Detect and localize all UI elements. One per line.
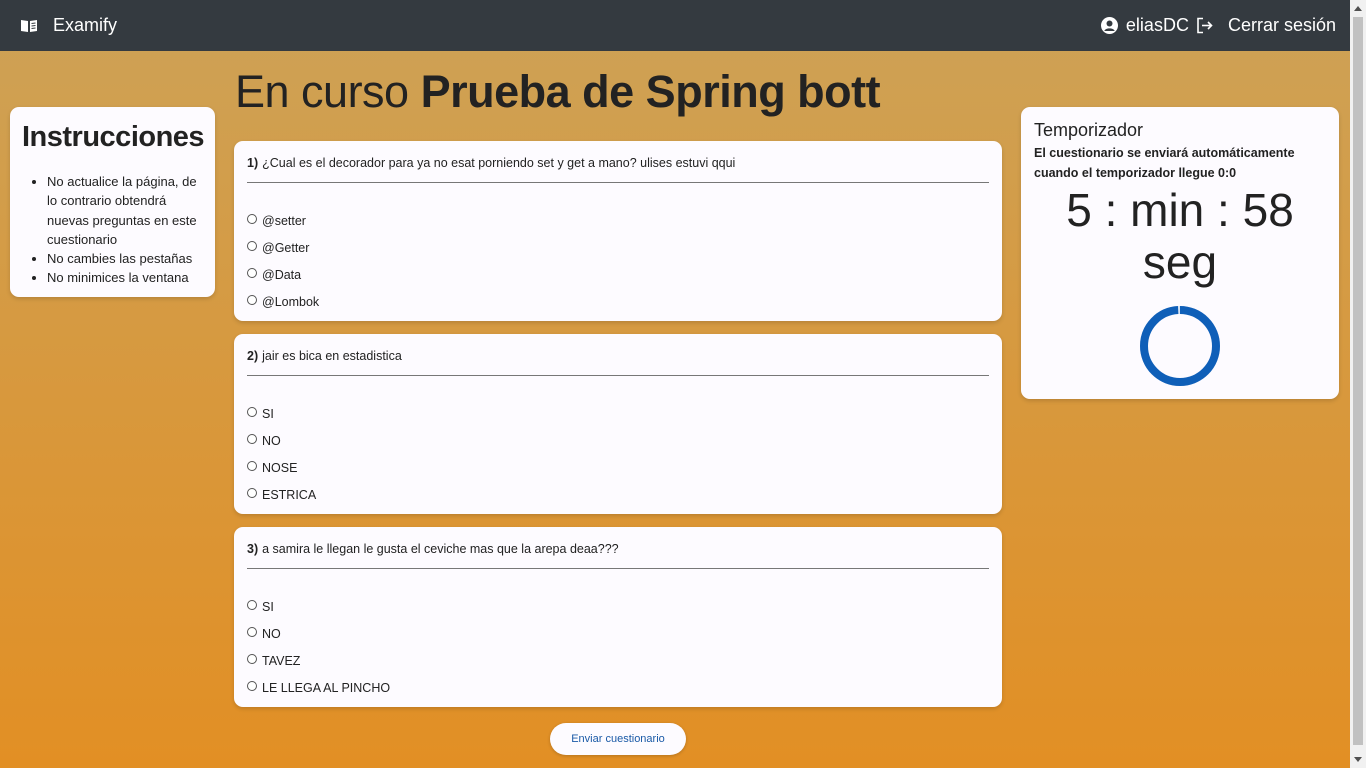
radio-circle-icon[interactable] [247, 599, 257, 610]
scroll-up-arrow-icon[interactable] [1354, 6, 1362, 11]
question-card: 1) ¿Cual es el decorador para ya no esat … [234, 141, 1002, 321]
user-area: eliasDC Cerrar sesión [1100, 15, 1336, 36]
radio-circle-icon[interactable] [247, 460, 257, 471]
question-card: 3) a samira le llegan le gusta el ceviche… [234, 527, 1002, 707]
timer-progress-ring [1140, 306, 1220, 386]
option-label: TAVEZ [262, 653, 301, 668]
radio-circle-icon[interactable] [247, 294, 257, 305]
question-card: 2) jair es bica en estadistica SI NO NOSE… [234, 334, 1002, 514]
option-label: @Data [262, 267, 302, 282]
exam-name: Prueba de Spring bott [420, 66, 881, 117]
timer-ring-fill [1140, 306, 1220, 386]
radio-circle-icon[interactable] [247, 267, 257, 278]
question-label: jair es bica en estadistica [262, 349, 402, 363]
open-book-icon [21, 19, 37, 32]
question-text: 1) ¿Cual es el decorador para ya no esat … [247, 141, 989, 183]
timer-card: Temporizador El cuestionario se enviará … [1021, 107, 1339, 399]
instruction-item: No minimices la ventana [47, 268, 203, 287]
top-navbar: Examify eliasDC Cerrar sesión [0, 0, 1350, 51]
option-radio[interactable]: NO [247, 620, 989, 647]
option-radio[interactable]: SI [247, 400, 989, 427]
instructions-list: No actualice la página, de lo contrario … [22, 172, 203, 288]
timer-minutes-seconds: 5 : min : 58 [1066, 184, 1294, 236]
question-number: 1) [247, 156, 259, 170]
scrollbar-thumb[interactable] [1353, 17, 1363, 745]
option-radio[interactable]: @Data [247, 261, 989, 288]
question-text: 3) a samira le llegan le gusta el ceviche… [247, 527, 989, 569]
question-number: 3) [247, 542, 259, 556]
option-radio[interactable]: LE LLEGA AL PINCHO [247, 674, 989, 701]
radio-circle-icon[interactable] [247, 406, 257, 417]
radio-circle-icon[interactable] [247, 213, 257, 224]
option-label: ESTRICA [262, 487, 317, 502]
instructions-title: Instrucciones [22, 121, 205, 153]
timer-countdown: 5 : min : 58 seg [1034, 184, 1326, 288]
brand-name: Examify [53, 15, 118, 35]
question-text: 2) jair es bica en estadistica [247, 334, 989, 376]
user-circle-icon [1100, 17, 1118, 34]
exam-status: En curso [235, 66, 409, 117]
scroll-down-arrow-icon[interactable] [1354, 757, 1362, 762]
radio-circle-icon[interactable] [247, 487, 257, 498]
question-label: a samira le llegan le gusta el ceviche m… [262, 542, 619, 556]
option-label: LE LLEGA AL PINCHO [262, 680, 391, 695]
option-radio[interactable]: SI [247, 593, 989, 620]
page-scrollbar[interactable] [1350, 0, 1366, 768]
option-radio[interactable]: NO [247, 427, 989, 454]
radio-circle-icon[interactable] [247, 240, 257, 251]
timer-title: Temporizador [1034, 120, 1144, 140]
option-label: @setter [262, 213, 306, 228]
option-label: NO [262, 433, 281, 448]
radio-circle-icon[interactable] [247, 653, 257, 664]
option-label: @Getter [262, 240, 310, 255]
timer-description: El cuestionario se enviará automáticamen… [1034, 146, 1295, 180]
instruction-item: No cambies las pestañas [47, 249, 203, 268]
options-list: @setter @Getter @Data @Lombok [247, 207, 989, 315]
brand-link[interactable]: Examify [20, 15, 117, 36]
options-list: SI NO NOSE ESTRICA [247, 400, 989, 508]
username-label: eliasDC [1125, 15, 1189, 35]
page-title: En curso Prueba de Spring bott [235, 66, 881, 118]
option-radio[interactable]: TAVEZ [247, 647, 989, 674]
option-radio[interactable]: NOSE [247, 454, 989, 481]
instruction-item: No actualice la página, de lo contrario … [47, 172, 203, 249]
option-label: SI [262, 599, 274, 614]
instructions-card: Instrucciones No actualice la página, de… [10, 107, 215, 297]
option-label: @Lombok [262, 294, 320, 309]
logout-button[interactable]: Cerrar sesión [1228, 15, 1336, 36]
radio-circle-icon[interactable] [247, 680, 257, 691]
radio-circle-icon[interactable] [247, 433, 257, 444]
option-label: NO [262, 626, 281, 641]
submit-quiz-button[interactable]: Enviar cuestionario [550, 723, 686, 755]
option-radio[interactable]: ESTRICA [247, 481, 989, 508]
option-radio[interactable]: @setter [247, 207, 989, 234]
radio-circle-icon[interactable] [247, 626, 257, 637]
option-label: SI [262, 406, 274, 421]
logout-icon[interactable] [1196, 17, 1213, 34]
question-number: 2) [247, 349, 259, 363]
option-radio[interactable]: @Getter [247, 234, 989, 261]
timer-unit: seg [1142, 236, 1218, 288]
question-label: ¿Cual es el decorador para ya no esat po… [262, 156, 736, 170]
option-radio[interactable]: @Lombok [247, 288, 989, 315]
option-label: NOSE [262, 460, 298, 475]
options-list: SI NO TAVEZ LE LLEGA AL PINCHO [247, 593, 989, 701]
